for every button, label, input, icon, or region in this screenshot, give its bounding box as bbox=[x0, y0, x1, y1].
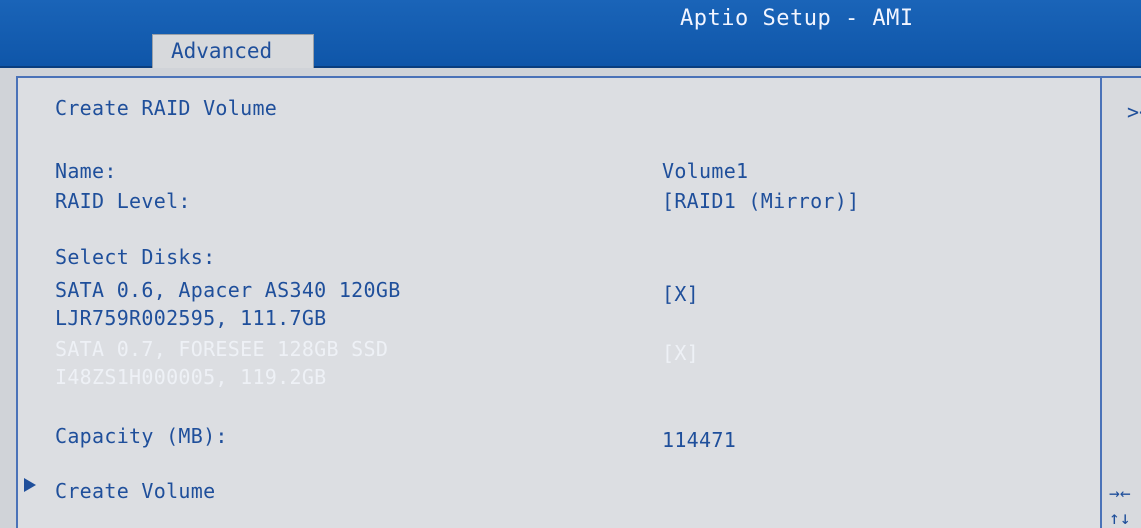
create-volume-button[interactable]: Create Volume bbox=[55, 479, 215, 503]
title-bar: Aptio Setup - AMI Advanced bbox=[0, 0, 1141, 68]
help-pane: >< →← ↑↓ bbox=[1100, 76, 1141, 528]
name-field[interactable]: Volume1 bbox=[662, 159, 748, 183]
raid-level-label: RAID Level: bbox=[55, 189, 191, 213]
main-pane bbox=[16, 76, 1100, 528]
disk-2-details: I48ZS1H000005, 119.2GB bbox=[55, 365, 327, 389]
tab-advanced[interactable]: Advanced bbox=[152, 34, 314, 68]
capacity-value: 114471 bbox=[662, 428, 737, 452]
submenu-arrow-icon bbox=[24, 478, 36, 492]
help-pane-close-icon: >< bbox=[1127, 100, 1141, 124]
disk-1-name: SATA 0.6, Apacer AS340 120GB bbox=[55, 278, 401, 302]
app-title: Aptio Setup - AMI bbox=[680, 6, 914, 31]
disk-1-checkbox[interactable]: [X] bbox=[662, 282, 699, 306]
name-label: Name: bbox=[55, 159, 117, 183]
select-disks-label: Select Disks: bbox=[55, 245, 216, 269]
up-down-arrows-icon: ↑↓ bbox=[1109, 508, 1131, 528]
tab-advanced-label: Advanced bbox=[171, 39, 273, 63]
page-title: Create RAID Volume bbox=[55, 96, 278, 120]
left-right-arrows-icon: →← bbox=[1109, 483, 1131, 504]
capacity-label: Capacity (MB): bbox=[55, 424, 228, 448]
disk-2-checkbox[interactable]: [X] bbox=[662, 341, 699, 365]
disk-1-details: LJR759R002595, 111.7GB bbox=[55, 306, 327, 330]
bios-screen: Aptio Setup - AMI Advanced >< →← ↑↓ Crea… bbox=[0, 0, 1141, 528]
raid-level-select[interactable]: [RAID1 (Mirror)] bbox=[662, 189, 859, 213]
disk-2-name: SATA 0.7, FORESEE 128GB SSD bbox=[55, 337, 389, 361]
